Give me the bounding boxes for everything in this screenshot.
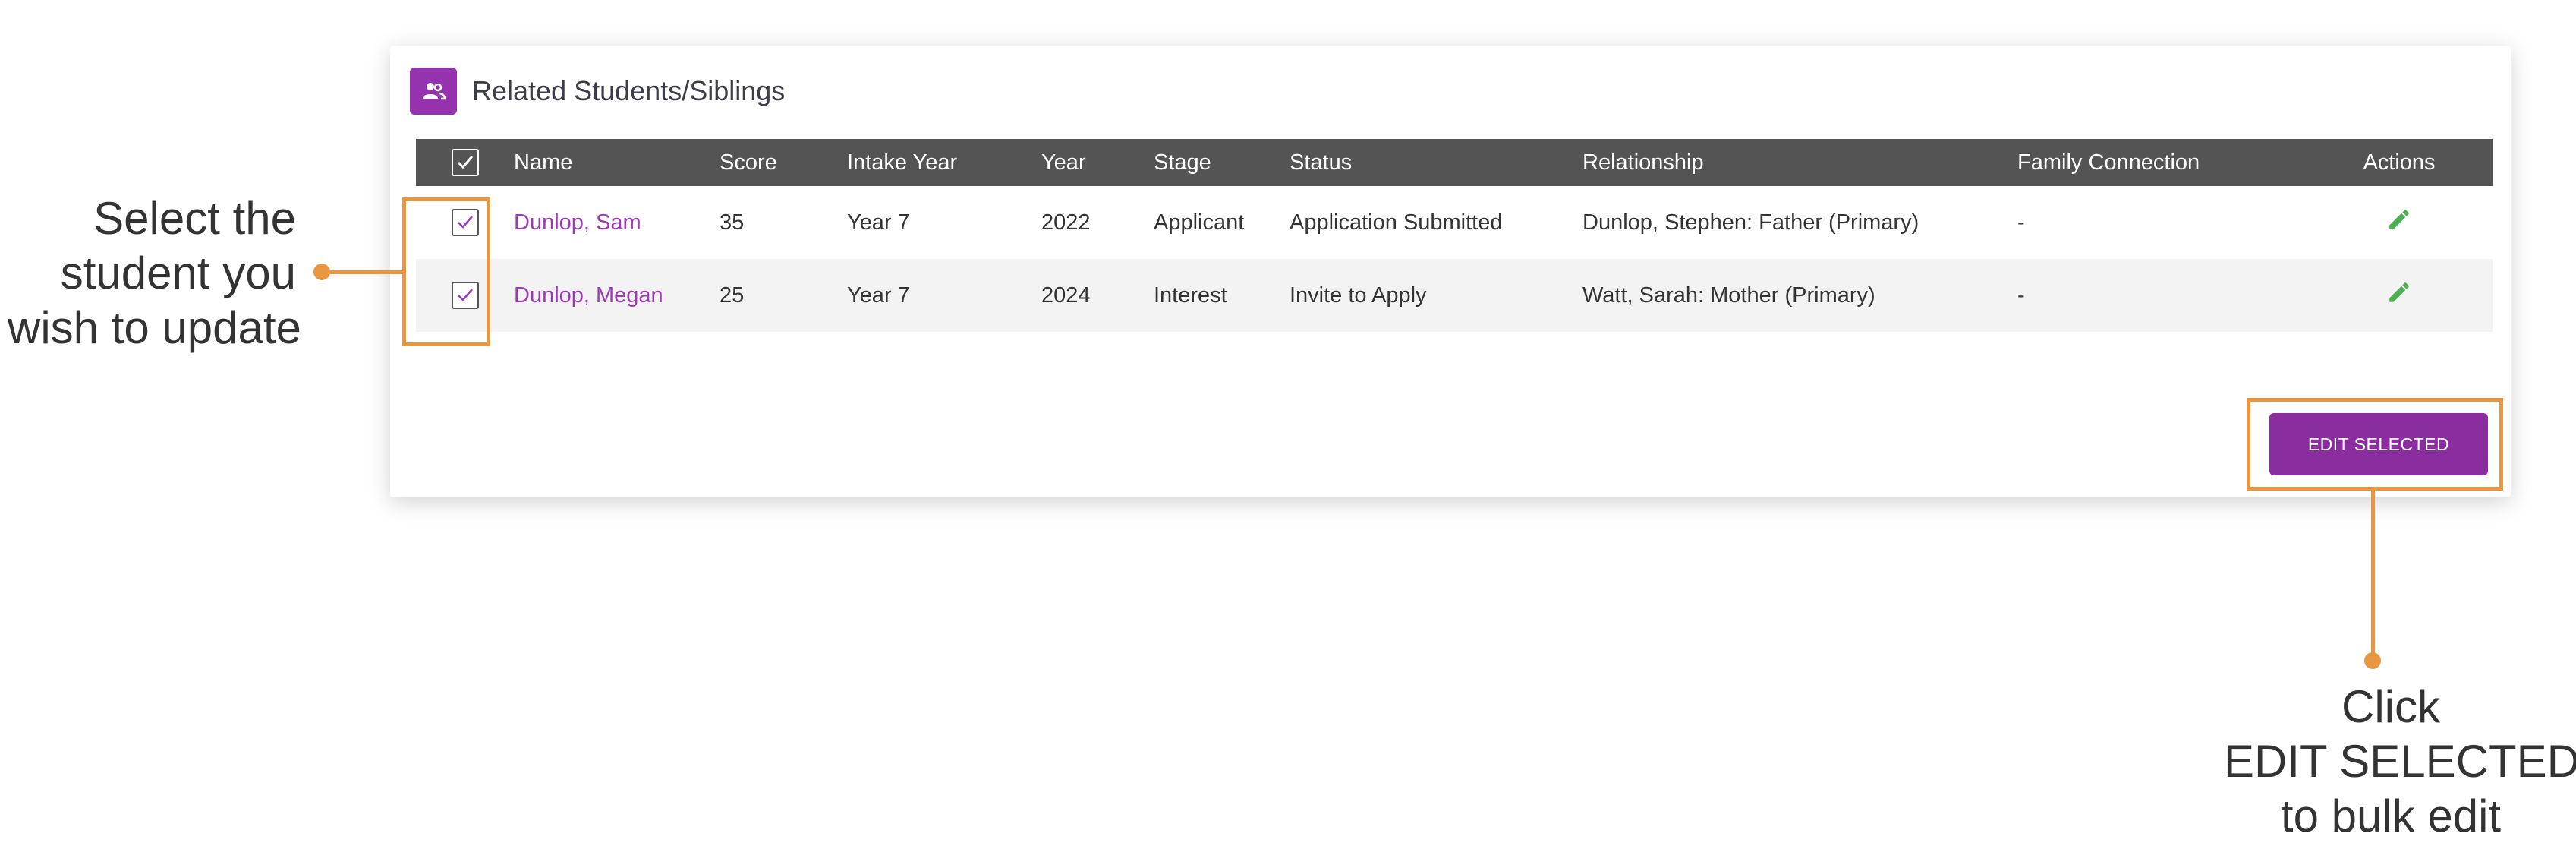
pencil-icon[interactable]: [2386, 279, 2412, 311]
relationship-cell: Dunlop, Stephen: Father (Primary): [1582, 210, 1919, 235]
intake-year-cell: Year 7: [847, 282, 910, 308]
column-header-actions: Actions: [2363, 150, 2436, 175]
column-header-year[interactable]: Year: [1041, 139, 1154, 186]
relationship-cell: Watt, Sarah: Mother (Primary): [1582, 282, 1875, 308]
panel-title: Related Students/Siblings: [472, 75, 786, 106]
column-header-stage[interactable]: Stage: [1154, 139, 1290, 186]
student-name-link[interactable]: Dunlop, Sam: [514, 210, 641, 235]
family-connection-cell: -: [2017, 282, 2025, 308]
column-header-intake-year[interactable]: Intake Year: [847, 139, 1041, 186]
people-icon: [410, 68, 457, 115]
year-cell: 2022: [1041, 210, 1091, 235]
callout-dot-right: [2364, 652, 2381, 669]
table-header-row: Name Score Intake Year Year Stage Status…: [416, 139, 2493, 186]
edit-button-highlight-box: [2247, 398, 2503, 491]
panel-header: Related Students/Siblings: [410, 67, 785, 115]
score-cell: 25: [720, 282, 745, 308]
score-cell: 35: [720, 210, 745, 235]
select-all-checkbox-cell: [416, 139, 514, 186]
column-header-relationship[interactable]: Relationship: [1582, 139, 2017, 186]
column-header-family-connection[interactable]: Family Connection: [2017, 139, 2306, 186]
student-name-link[interactable]: Dunlop, Megan: [514, 283, 663, 308]
actions-cell: [2306, 259, 2493, 332]
callout-line-right: [2371, 489, 2375, 661]
stage-cell: Applicant: [1154, 210, 1245, 235]
table-row: Dunlop, Megan 25 Year 7 2024 Interest In…: [416, 259, 2493, 332]
actions-cell: [2306, 186, 2493, 259]
annotation-right: Click EDIT SELECTED to bulk edit: [2224, 681, 2576, 841]
student-name-cell: Dunlop, Megan: [514, 259, 720, 332]
column-header-score[interactable]: Score: [720, 139, 847, 186]
table-row: Dunlop, Sam 35 Year 7 2022 Applicant App…: [416, 186, 2493, 259]
annotation-left: Select the student you wish to update: [8, 193, 301, 353]
select-all-checkbox[interactable]: [451, 149, 479, 176]
year-cell: 2024: [1041, 282, 1091, 308]
related-students-panel: Related Students/Siblings Name Score Int…: [390, 46, 2511, 497]
column-header-name[interactable]: Name: [514, 139, 720, 186]
family-connection-cell: -: [2017, 210, 2025, 235]
column-header-status[interactable]: Status: [1290, 139, 1582, 186]
status-cell: Invite to Apply: [1290, 282, 1427, 308]
stage-cell: Interest: [1154, 282, 1227, 308]
intake-year-cell: Year 7: [847, 210, 910, 235]
student-name-cell: Dunlop, Sam: [514, 186, 720, 259]
checkbox-highlight-box: [402, 197, 490, 346]
callout-line-left: [322, 270, 404, 274]
students-table: Name Score Intake Year Year Stage Status…: [416, 139, 2493, 332]
pencil-icon[interactable]: [2386, 207, 2412, 238]
status-cell: Application Submitted: [1290, 210, 1503, 235]
